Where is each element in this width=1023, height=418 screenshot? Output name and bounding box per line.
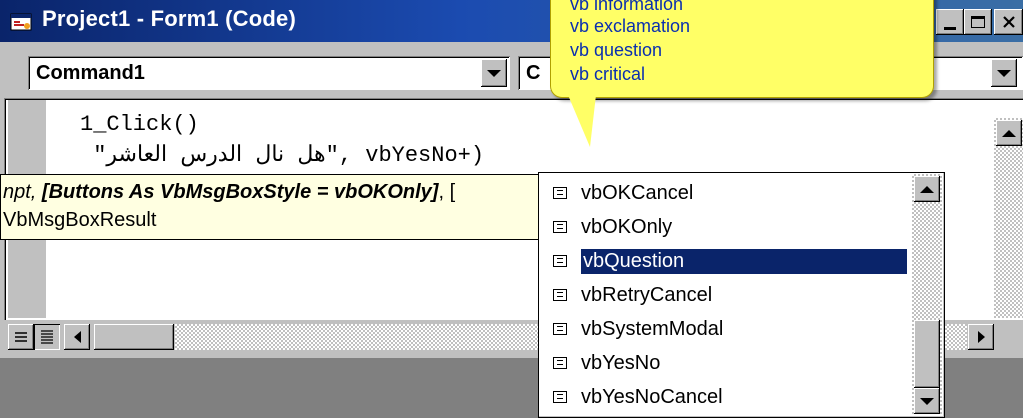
code-line: 1_Click() (80, 112, 199, 137)
arrow-up-icon (1002, 129, 1016, 137)
vb-code-window-icon (10, 13, 32, 31)
parameter-info-tooltip: npt, [Buttons As VbMsgBoxStyle = vbOKOnl… (0, 174, 542, 240)
list-item[interactable]: vbRetryCancel (543, 278, 909, 312)
arrow-right-icon (977, 331, 985, 343)
balloon-line: vb question (570, 40, 663, 60)
tooltip-suffix: , [ (438, 181, 456, 203)
chevron-down-icon (997, 69, 1011, 77)
horizontal-scroll-thumb[interactable] (94, 324, 174, 350)
tooltip-return-type: VbMsgBoxResult (3, 209, 157, 231)
maximize-icon (971, 16, 985, 28)
balloon-line: vb exclamation (570, 16, 691, 36)
list-item-label: vbQuestion (580, 247, 908, 275)
object-combo-dropdown-button[interactable] (481, 59, 507, 87)
list-item[interactable]: vbQuestion (543, 244, 909, 278)
maximize-button[interactable] (964, 9, 992, 35)
list-item-label: vbRetryCancel (581, 283, 713, 306)
list-item[interactable]: vbSystemModal (543, 312, 909, 346)
procedure-combo-dropdown-button[interactable] (991, 59, 1017, 87)
list-item[interactable]: vbOKOnly (543, 210, 909, 244)
list-item-label: vbSystemModal (581, 317, 724, 340)
list-item[interactable]: vbYesNo (543, 346, 909, 380)
close-icon (1002, 16, 1015, 28)
tooltip-current-parameter: [Buttons As VbMsgBoxStyle = vbOKOnly] (41, 181, 439, 203)
constant-icon (553, 357, 567, 369)
arrow-left-icon (73, 331, 81, 343)
constant-icon (553, 221, 567, 233)
object-combo[interactable]: Command1 (28, 56, 510, 90)
list-item-label: vbOKOnly (581, 215, 673, 238)
list-item-label: vbOKCancel (581, 181, 694, 204)
constant-icon (553, 187, 567, 199)
full-module-view-button[interactable] (34, 324, 60, 350)
procedure-view-button[interactable] (8, 324, 34, 350)
arrow-up-icon (920, 185, 934, 193)
tooltip-prefix: npt, (3, 181, 42, 203)
constant-icon (553, 289, 567, 301)
minimize-button[interactable] (936, 9, 964, 35)
scroll-right-button[interactable] (968, 324, 994, 350)
list-scroll-up-button[interactable] (914, 176, 940, 202)
code-line: "هل نال الدرس العاشر", vbYesNo+) (80, 143, 485, 168)
constant-icon (553, 391, 567, 403)
balloon-line: vb critical (570, 64, 646, 84)
object-combo-value: Command1 (36, 62, 145, 84)
arrow-down-icon (920, 397, 934, 405)
list-scroll-thumb[interactable] (914, 320, 940, 388)
constant-icon (553, 255, 567, 267)
list-scroll-down-button[interactable] (914, 388, 940, 414)
balloon-line: vb information (570, 0, 684, 14)
vertical-scrollbar[interactable] (994, 118, 1023, 318)
window-title: Project1 - Form1 (Code) (42, 6, 296, 31)
list-item-label: vbYesNoCancel (581, 385, 723, 408)
list-item[interactable]: vbOKCancel (543, 176, 909, 210)
procedure-view-icon (15, 332, 27, 342)
scroll-up-button[interactable] (996, 120, 1022, 146)
minimize-icon (944, 26, 956, 30)
help-balloon-pointer (568, 95, 596, 147)
list-item[interactable]: vbYesNoCancel (543, 380, 909, 414)
constant-icon (553, 323, 567, 335)
procedure-combo-value: C (526, 62, 541, 84)
full-module-view-icon (41, 330, 53, 344)
chevron-down-icon (487, 69, 501, 77)
auto-list-members[interactable]: vbOKCancel vbOKOnly vbQuestion vbRetryCa… (538, 172, 945, 418)
list-item-label: vbYesNo (581, 351, 661, 374)
close-button[interactable] (994, 9, 1023, 35)
scroll-left-button[interactable] (64, 324, 90, 350)
